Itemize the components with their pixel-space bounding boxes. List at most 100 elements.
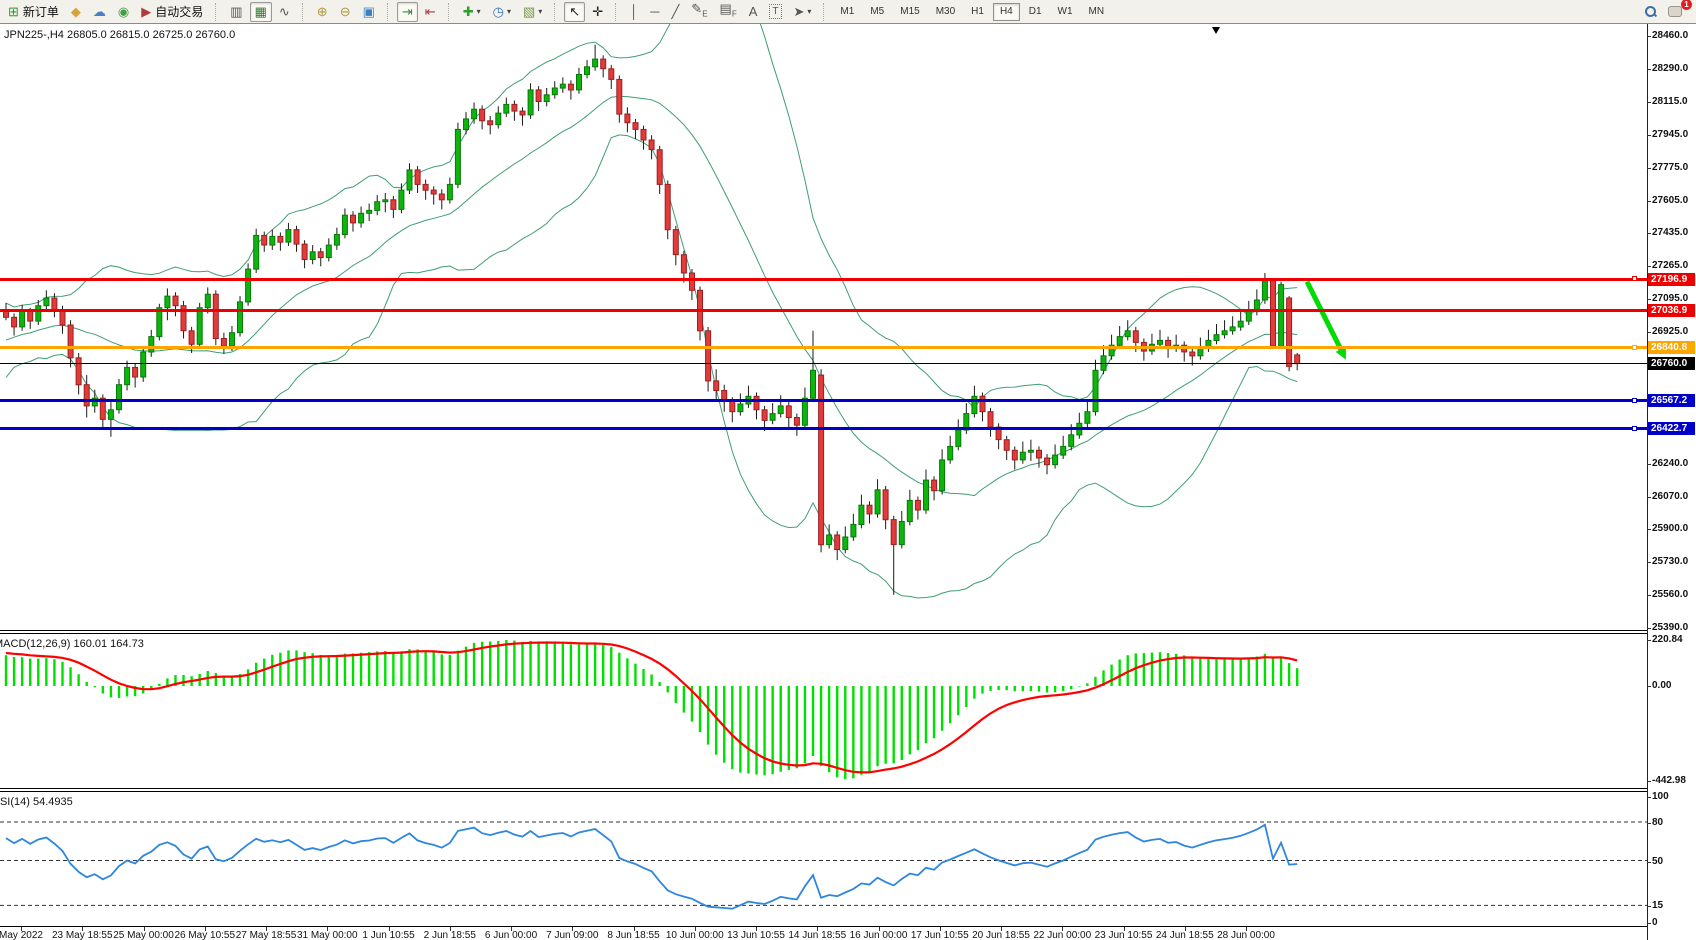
candle bbox=[1028, 450, 1033, 452]
candle bbox=[334, 235, 339, 246]
indicators-button[interactable]: ✚▾ bbox=[458, 2, 486, 22]
candle bbox=[1077, 423, 1082, 435]
zoom-in-button[interactable]: ⊕ bbox=[312, 2, 333, 22]
candle bbox=[665, 184, 670, 229]
candle bbox=[778, 406, 783, 414]
timeframe-w1-button[interactable]: W1 bbox=[1051, 3, 1080, 21]
chart-shift-button[interactable]: ⇤ bbox=[420, 2, 441, 22]
signals-icon: ◉ bbox=[118, 5, 129, 18]
toolbar-separator bbox=[387, 3, 392, 21]
tile-windows-icon: ▣ bbox=[363, 5, 375, 18]
periods-button[interactable]: ◷▾ bbox=[488, 2, 516, 22]
candle bbox=[1093, 370, 1098, 411]
candle bbox=[528, 90, 533, 115]
candle bbox=[649, 140, 654, 150]
time-label: 22 Jun 00:00 bbox=[1033, 930, 1091, 940]
candle bbox=[423, 184, 428, 190]
candlestick-chart-button[interactable]: ▦ bbox=[250, 2, 272, 22]
candle bbox=[996, 427, 1001, 440]
tile-windows-button[interactable]: ▣ bbox=[358, 2, 380, 22]
equidistant-channel-icon: ✎E bbox=[691, 2, 707, 21]
candle bbox=[375, 202, 380, 211]
cursor-button[interactable]: ↖ bbox=[564, 2, 585, 22]
line-chart-button[interactable]: ∿ bbox=[274, 2, 295, 22]
candle bbox=[770, 414, 775, 421]
candlestick-chart[interactable] bbox=[0, 24, 1647, 630]
forecast-arrow[interactable] bbox=[1307, 282, 1342, 352]
candle bbox=[924, 480, 929, 510]
candle bbox=[617, 79, 622, 114]
candle bbox=[133, 367, 138, 377]
price-axis[interactable] bbox=[1647, 24, 1696, 940]
chevron-down-icon[interactable]: ▾ bbox=[477, 7, 481, 16]
text-label-button[interactable]: T bbox=[764, 2, 786, 22]
text-button[interactable]: A bbox=[744, 2, 763, 22]
candle bbox=[1149, 344, 1154, 351]
candle bbox=[342, 215, 347, 234]
auto-scroll-button[interactable]: ⇥ bbox=[397, 2, 418, 22]
candle bbox=[431, 190, 436, 194]
timeframe-m5-button[interactable]: M5 bbox=[863, 3, 891, 21]
publisher-icon: ☁ bbox=[93, 5, 106, 18]
chevron-down-icon[interactable]: ▾ bbox=[807, 7, 811, 16]
zoom-out-button[interactable]: ⊖ bbox=[335, 2, 356, 22]
crosshair-button[interactable]: ✛ bbox=[587, 2, 608, 22]
time-label: 13 Jun 10:55 bbox=[727, 930, 785, 940]
candle bbox=[197, 308, 202, 345]
timeframe-h4-button[interactable]: H4 bbox=[993, 3, 1020, 21]
timeframe-mn-button[interactable]: MN bbox=[1082, 3, 1112, 21]
search-icon bbox=[1645, 6, 1656, 17]
chevron-down-icon[interactable]: ▾ bbox=[538, 7, 542, 16]
candle bbox=[1246, 312, 1251, 322]
candle bbox=[899, 522, 904, 545]
toolbar-separator bbox=[448, 3, 453, 21]
bar-chart-button[interactable]: ▥ bbox=[225, 2, 247, 22]
macd-label: MACD(12,26,9) 160.01 164.73 bbox=[0, 638, 144, 650]
candle bbox=[1069, 435, 1074, 447]
fibonacci-button[interactable]: ▤F bbox=[715, 2, 742, 22]
candle bbox=[1238, 321, 1243, 327]
candle bbox=[44, 298, 49, 306]
time-label: 17 Jun 10:55 bbox=[911, 930, 969, 940]
time-label: 31 May 00:00 bbox=[297, 930, 358, 940]
time-label: 6 Jun 00:00 bbox=[485, 930, 537, 940]
chart-wizard-button[interactable]: ◆ bbox=[66, 2, 86, 22]
candle bbox=[932, 480, 937, 491]
new-order-icon: ⊞ bbox=[8, 5, 19, 18]
timeframe-m30-button[interactable]: M30 bbox=[929, 3, 962, 21]
zoom-in-icon: ⊕ bbox=[317, 5, 328, 18]
timeframe-d1-button[interactable]: D1 bbox=[1022, 3, 1049, 21]
candle bbox=[794, 418, 799, 426]
autotrading-button[interactable]: ▶自动交易 bbox=[136, 2, 208, 22]
search-button[interactable] bbox=[1640, 2, 1661, 22]
candle bbox=[36, 306, 41, 321]
notifications-button[interactable]: 1 bbox=[1663, 2, 1687, 22]
candle bbox=[536, 90, 541, 102]
candle bbox=[286, 230, 291, 243]
chevron-down-icon[interactable]: ▾ bbox=[507, 7, 511, 16]
candle bbox=[1254, 300, 1259, 312]
horizontal-line-button[interactable]: ─ bbox=[645, 2, 664, 22]
trendline-button[interactable]: ╱ bbox=[666, 2, 684, 22]
rsi-chart[interactable] bbox=[0, 792, 1647, 926]
candle bbox=[439, 194, 444, 200]
candle bbox=[1101, 356, 1106, 371]
candle bbox=[1222, 331, 1227, 335]
candle bbox=[706, 331, 711, 381]
signals-button[interactable]: ◉ bbox=[113, 2, 134, 22]
candle bbox=[1271, 281, 1276, 347]
new-order-button[interactable]: ⊞新订单 bbox=[3, 2, 64, 22]
time-axis[interactable]: May 202223 May 18:5525 May 00:0026 May 1… bbox=[0, 926, 1696, 940]
timeframe-m15-button[interactable]: M15 bbox=[893, 3, 926, 21]
equidistant-channel-button[interactable]: ✎E bbox=[686, 2, 712, 22]
arrows-button[interactable]: ➤▾ bbox=[789, 2, 817, 22]
timeframe-h1-button[interactable]: H1 bbox=[964, 3, 991, 21]
vertical-line-button[interactable]: │ bbox=[625, 2, 643, 22]
templates-button[interactable]: ▧▾ bbox=[518, 2, 547, 22]
macd-chart[interactable] bbox=[0, 634, 1647, 788]
candle bbox=[1020, 452, 1025, 460]
timeframe-m1-button[interactable]: M1 bbox=[833, 3, 861, 21]
publisher-button[interactable]: ☁ bbox=[88, 2, 111, 22]
zoom-out-icon: ⊖ bbox=[340, 5, 351, 18]
candle bbox=[690, 273, 695, 290]
